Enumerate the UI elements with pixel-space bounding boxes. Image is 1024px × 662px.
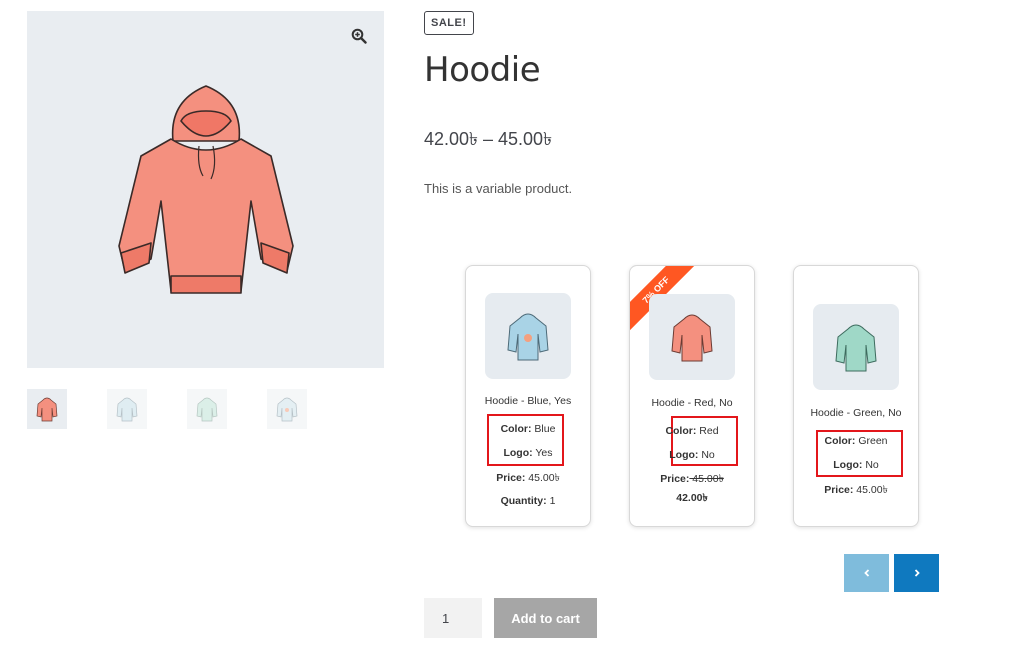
hoodie-thumb-icon <box>116 397 138 422</box>
price-range: 42.00৳ – 45.00৳ <box>424 129 553 149</box>
variation-card-blue[interactable]: Hoodie - Blue, Yes Color: Blue Logo: Yes… <box>465 265 591 527</box>
chevron-left-icon <box>863 569 869 577</box>
variation-quantity: Quantity: 1 <box>500 495 556 507</box>
thumbnail-green[interactable] <box>187 389 227 429</box>
color-attribute: Color: Red <box>665 425 719 437</box>
color-attribute: Color: Blue <box>500 423 556 435</box>
hoodie-thumb-icon <box>276 397 298 422</box>
carousel-next-button[interactable] <box>894 554 939 592</box>
thumbnail-blue[interactable] <box>107 389 147 429</box>
variation-name: Hoodie - Green, No <box>810 407 902 419</box>
variation-price: Price: 45.00৳ <box>660 473 724 485</box>
variation-name: Hoodie - Red, No <box>651 397 733 409</box>
variation-card-green[interactable]: Hoodie - Green, No Color: Green Logo: No… <box>793 265 919 527</box>
product-description: This is a variable product. <box>424 181 573 196</box>
hoodie-image <box>671 314 713 362</box>
variation-sale-price: 42.00৳ <box>676 492 708 504</box>
chevron-right-icon <box>914 569 920 577</box>
thumbnail-strip <box>27 389 307 429</box>
variation-price: Price: 45.00৳ <box>824 484 888 496</box>
variation-card-red[interactable]: 7% OFF Hoodie - Red, No Color: Red Logo:… <box>629 265 755 527</box>
quantity-input[interactable] <box>424 598 482 638</box>
logo-attribute: Logo: Yes <box>503 447 553 459</box>
variation-price: Price: 45.00৳ <box>496 472 560 484</box>
product-main-image[interactable] <box>27 11 384 368</box>
hoodie-image <box>118 85 294 294</box>
thumbnail-blue-logo[interactable] <box>267 389 307 429</box>
hoodie-image <box>835 324 877 372</box>
color-attribute: Color: Green <box>824 435 888 447</box>
logo-attribute: Logo: No <box>833 459 879 471</box>
hoodie-thumb-icon <box>196 397 218 422</box>
product-title: Hoodie <box>424 50 541 90</box>
sale-badge: SALE! <box>424 11 474 35</box>
add-to-cart-button[interactable]: Add to cart <box>494 598 597 638</box>
logo-attribute: Logo: No <box>669 449 715 461</box>
variation-name: Hoodie - Blue, Yes <box>484 395 572 407</box>
hoodie-thumb-icon <box>36 397 58 422</box>
variation-image <box>649 294 735 380</box>
thumbnail-orange[interactable] <box>27 389 67 429</box>
variation-image <box>813 304 899 390</box>
carousel-prev-button[interactable] <box>844 554 889 592</box>
hoodie-image <box>507 313 549 361</box>
zoom-in-icon <box>351 28 367 44</box>
variation-image <box>485 293 571 379</box>
zoom-button[interactable] <box>348 25 370 47</box>
